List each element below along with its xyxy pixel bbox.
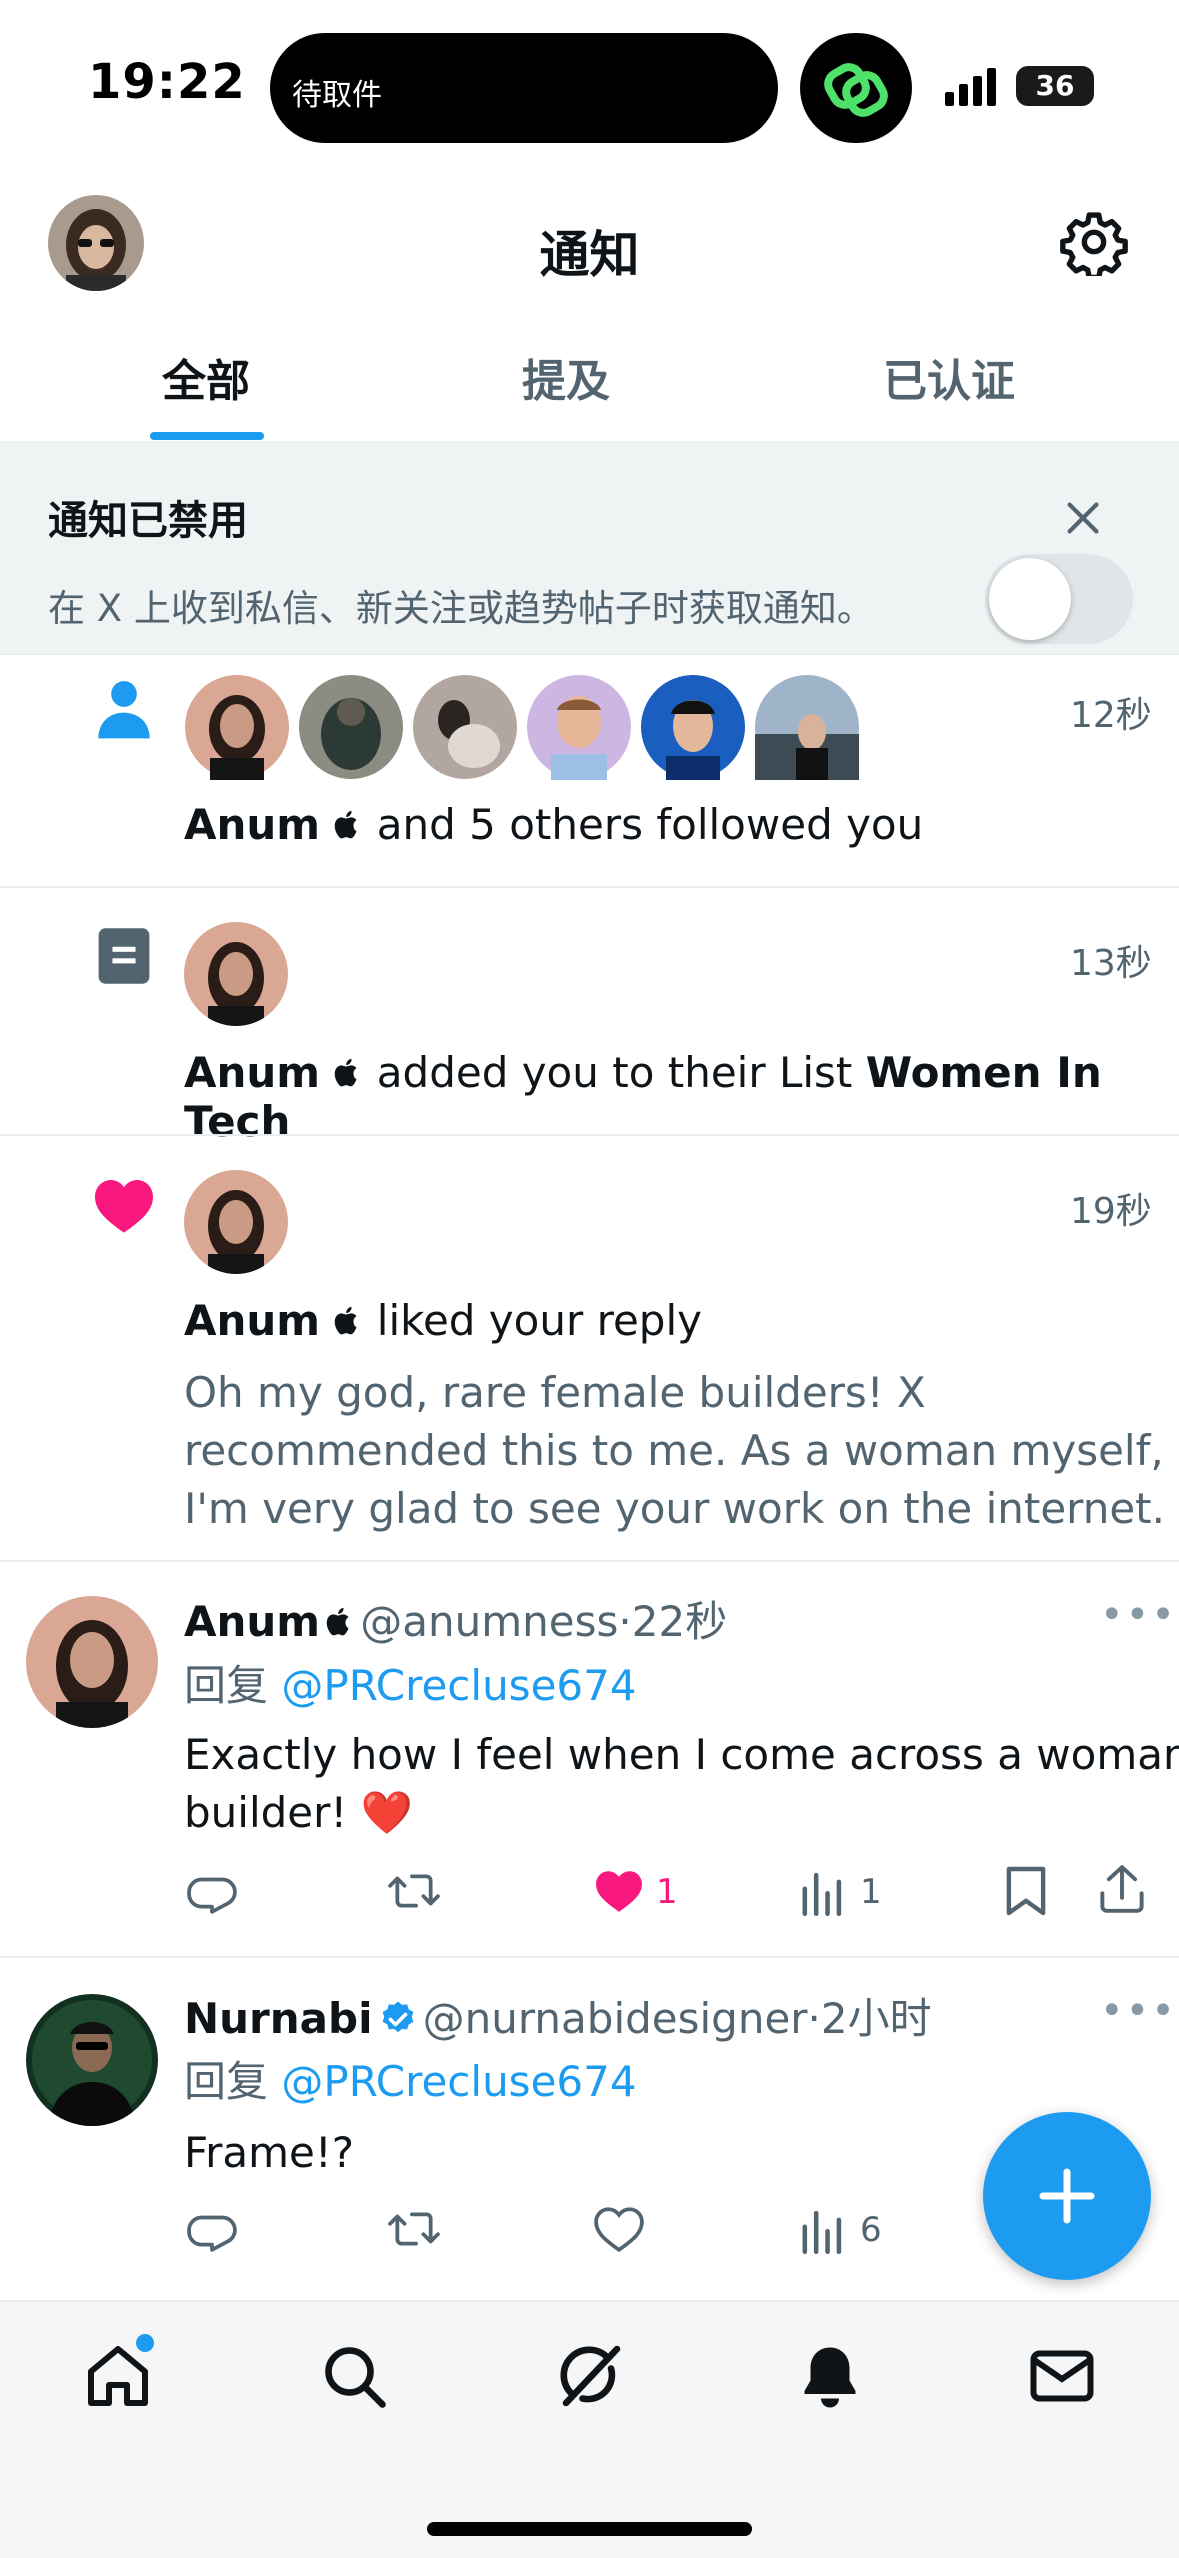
apple-badge-icon <box>335 810 357 839</box>
avatar-photo <box>184 922 288 1026</box>
list-text: added you to their List <box>376 1048 853 1097</box>
user-name: Anum <box>184 1296 321 1345</box>
retweet-icon[interactable] <box>386 2204 442 2254</box>
tweet-author-name[interactable]: Anum <box>184 1597 320 1646</box>
reply-handle-link[interactable]: @PRCrecluse674 <box>281 2057 636 2106</box>
views-count: 6 <box>860 2210 882 2250</box>
like-count: 1 <box>656 1872 678 1912</box>
follower-avatar-stack <box>185 675 859 780</box>
share-icon[interactable] <box>1098 1862 1146 1916</box>
tab-mentions[interactable]: 提及 <box>522 345 610 409</box>
meta-separator: · <box>618 1597 632 1646</box>
tweet-author-handle[interactable]: @anumness <box>360 1597 618 1646</box>
notification-time: 12秒 <box>1070 695 1152 736</box>
reply-prefix: 回复 <box>184 2057 269 2106</box>
heart-icon <box>95 1179 153 1233</box>
bookmark-icon[interactable] <box>1004 1864 1048 1918</box>
user-avatar[interactable] <box>184 1170 288 1274</box>
compose-button[interactable] <box>983 2112 1151 2280</box>
reply-icon[interactable] <box>186 2204 238 2254</box>
divider <box>0 1956 1179 1958</box>
more-options-icon[interactable]: ••• <box>1100 1988 1177 2034</box>
user-name: Anum <box>184 1048 321 1097</box>
liked-reply-quote[interactable]: Oh my god, rare female builders! X recom… <box>184 1364 1179 1538</box>
like-icon[interactable] <box>594 2206 644 2252</box>
tweet-header: Anum @anumness·22秒 <box>184 1588 727 1649</box>
follow-notification-text[interactable]: Anum and 5 others followed you <box>184 800 923 849</box>
verified-badge-icon <box>382 2001 413 2033</box>
status-time: 19:22 <box>88 54 246 110</box>
like-notification-text[interactable]: Anum liked your reply <box>184 1296 702 1345</box>
mail-icon[interactable] <box>1026 2340 1098 2412</box>
like-text: liked your reply <box>376 1296 702 1345</box>
apple-badge-icon <box>326 1607 349 1636</box>
retweet-icon[interactable] <box>386 1866 442 1916</box>
plus-icon <box>1039 2168 1095 2224</box>
search-icon[interactable] <box>318 2340 390 2412</box>
list-icon <box>98 928 150 984</box>
meta-separator: · <box>807 1994 821 2043</box>
tab-all[interactable]: 全部 <box>162 345 250 409</box>
banner-description: 在 X 上收到私信、新关注或趋势帖子时获取通知。 <box>48 587 874 630</box>
reply-prefix: 回复 <box>184 1661 269 1710</box>
divider <box>0 1560 1179 1562</box>
toggle-knob <box>989 558 1071 640</box>
notifications-toggle[interactable] <box>985 554 1133 644</box>
tweet-author-avatar[interactable] <box>26 1596 158 1728</box>
notification-time: 13秒 <box>1070 943 1152 984</box>
views-icon[interactable] <box>800 2204 846 2254</box>
link-app-icon <box>824 63 888 117</box>
follow-text: and 5 others followed you <box>376 800 924 849</box>
tweet-time: 2小时 <box>820 1994 932 2043</box>
island-live-activity-text: 待取件 <box>292 78 382 113</box>
like-icon-filled[interactable] <box>594 1868 644 1914</box>
banner-title: 通知已禁用 <box>48 498 248 544</box>
list-notification-text[interactable]: Anum added you to their List Women In Te… <box>184 1048 1179 1146</box>
reply-icon[interactable] <box>186 1866 238 1916</box>
user-name: Anum <box>184 800 321 849</box>
tweet-text[interactable]: Exactly how I feel when I come across a … <box>184 1726 1179 1842</box>
apple-badge-icon <box>335 1306 357 1335</box>
page-title: 通知 <box>539 226 640 284</box>
cellular-signal-icon <box>945 68 996 106</box>
bell-icon[interactable] <box>794 2340 866 2412</box>
follower-avatars[interactable] <box>184 674 864 780</box>
reply-context: 回复 @PRCrecluse674 <box>184 2048 637 2109</box>
active-tab-indicator <box>150 432 264 440</box>
tweet-time: 22秒 <box>631 1597 728 1646</box>
tab-verified[interactable]: 已认证 <box>883 345 1015 409</box>
views-count: 1 <box>860 1872 882 1912</box>
home-unread-dot <box>136 2334 154 2352</box>
divider <box>0 1134 1179 1136</box>
more-options-icon[interactable]: ••• <box>1100 1592 1177 1638</box>
user-avatar[interactable] <box>184 922 288 1026</box>
close-icon[interactable] <box>1060 495 1106 541</box>
settings-gear-icon[interactable] <box>1060 208 1128 276</box>
avatar-photo <box>26 1596 158 1728</box>
views-icon[interactable] <box>800 1866 846 1916</box>
tweet-author-handle[interactable]: @nurnabidesigner <box>423 1994 808 2043</box>
tweet-header: Nurnabi @nurnabidesigner·2小时 <box>184 1985 932 2046</box>
reply-context: 回复 @PRCrecluse674 <box>184 1652 637 1713</box>
grok-icon[interactable] <box>554 2340 626 2412</box>
island-app-icon[interactable] <box>800 33 912 143</box>
notification-time: 19秒 <box>1070 1191 1152 1232</box>
bottom-tab-bar <box>0 2300 1179 2558</box>
avatar-photo <box>26 1994 158 2126</box>
battery-indicator: 36 <box>1016 66 1094 106</box>
avatar-photo <box>184 1170 288 1274</box>
reply-handle-link[interactable]: @PRCrecluse674 <box>281 1661 636 1710</box>
home-indicator[interactable] <box>427 2522 752 2536</box>
tweet-author-avatar[interactable] <box>26 1994 158 2126</box>
person-icon <box>98 681 150 739</box>
divider <box>0 886 1179 888</box>
battery-level: 36 <box>1035 69 1075 102</box>
apple-badge-icon <box>335 1058 357 1087</box>
tweet-author-name[interactable]: Nurnabi <box>184 1994 372 2043</box>
